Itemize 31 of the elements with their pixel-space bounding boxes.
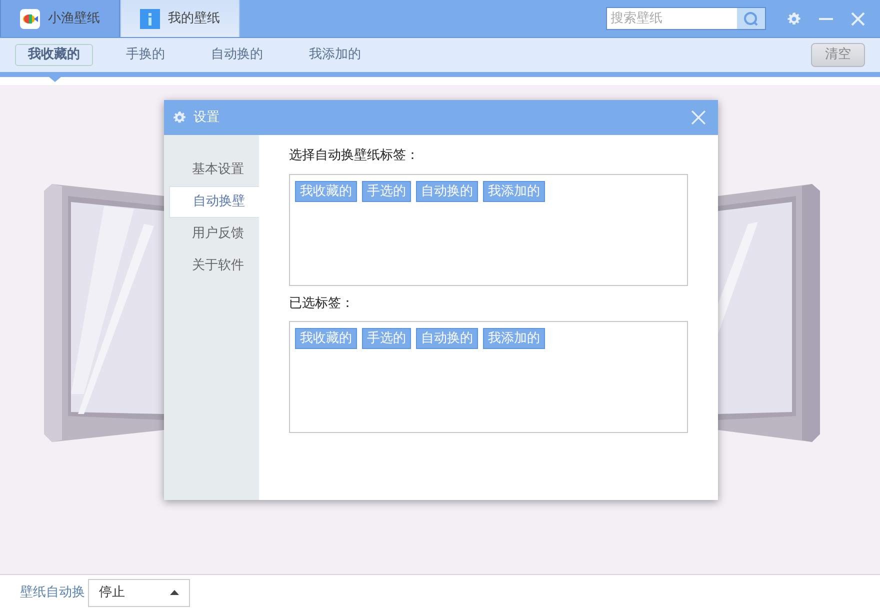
close-icon xyxy=(850,12,864,26)
gear-icon xyxy=(172,110,187,125)
tag[interactable]: 我收藏的 xyxy=(295,180,357,202)
tag[interactable]: 我添加的 xyxy=(483,180,545,202)
sidebar-item[interactable]: 基本设置 xyxy=(169,154,259,186)
sidebar-item[interactable]: 用户反馈 xyxy=(169,218,259,250)
app-tab[interactable]: 我的壁纸 xyxy=(120,0,240,37)
tag[interactable]: 手选的 xyxy=(362,328,411,349)
category-tab[interactable]: 手换的 xyxy=(113,44,178,66)
sidebar-item[interactable]: 关于软件 xyxy=(169,250,259,282)
minimize-icon xyxy=(818,18,832,20)
info-icon xyxy=(140,8,160,28)
category-tab[interactable]: 我添加的 xyxy=(296,44,374,66)
settings-icon xyxy=(786,10,802,26)
tag[interactable]: 手选的 xyxy=(362,180,411,202)
dialog-title: 设置 xyxy=(194,108,220,127)
section-label: 选择自动换壁纸标签： xyxy=(289,147,420,165)
mode-dropdown[interactable]: 停止 xyxy=(88,578,190,606)
tag[interactable]: 自动换的 xyxy=(416,180,478,202)
section-label: 已选标签： xyxy=(289,294,355,312)
fish-icon xyxy=(20,8,40,28)
sidebar-item[interactable]: 自动换壁 xyxy=(169,186,259,218)
app-tab[interactable]: 小渔壁纸 xyxy=(0,0,120,37)
tag[interactable]: 我添加的 xyxy=(483,328,545,349)
close-icon xyxy=(690,110,706,125)
category-tab[interactable]: 我收藏的 xyxy=(15,44,93,66)
category-tab[interactable]: 自动换的 xyxy=(198,44,276,66)
tag[interactable]: 自动换的 xyxy=(416,328,478,349)
tag[interactable]: 我收藏的 xyxy=(295,328,357,349)
status-label: 壁纸自动换 xyxy=(20,584,85,602)
caret-icon xyxy=(170,590,179,595)
